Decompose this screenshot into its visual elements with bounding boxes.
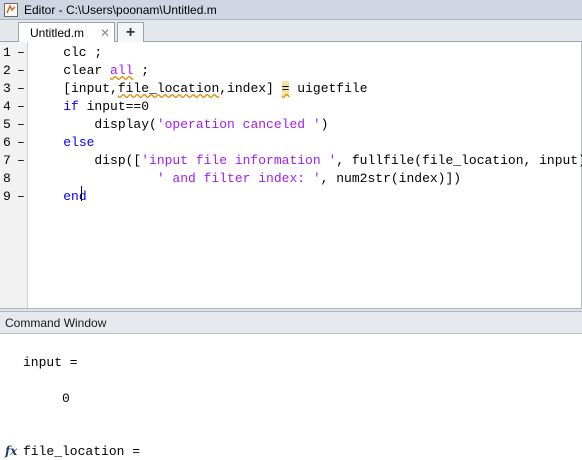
code-token: ,index] — [219, 81, 282, 96]
breakpoint-marker[interactable]: – — [17, 62, 25, 80]
code-text: disp(['input file information ', fullfil… — [32, 152, 582, 170]
code-text: clear all ; — [32, 62, 149, 80]
code-token: all — [110, 63, 134, 78]
code-token: 'input file information ' — [141, 153, 337, 168]
code-line[interactable]: 5– display('operation canceled ') — [0, 116, 582, 134]
new-tab-button[interactable]: + — [117, 22, 144, 42]
tab-label: Untitled.m — [30, 26, 85, 40]
code-line[interactable]: 6– else — [0, 134, 582, 152]
command-output-line: input = — [23, 355, 78, 370]
code-text: clc ; — [32, 44, 102, 62]
text-cursor — [81, 186, 82, 201]
line-number: 6 — [3, 135, 11, 150]
code-token: [input, — [32, 81, 118, 96]
code-editor[interactable]: 1– clc ; 2– clear all ; 3– [input,file_loc… — [0, 42, 582, 308]
editor-tab-bar: Untitled.m ✕ + — [0, 20, 582, 43]
breakpoint-marker[interactable]: – — [17, 134, 25, 152]
breakpoint-marker[interactable]: – — [17, 44, 25, 62]
code-token: input==0 — [78, 99, 150, 114]
breakpoint-marker[interactable]: – — [17, 188, 25, 206]
code-token: disp([ — [32, 153, 142, 168]
breakpoint-marker[interactable]: – — [17, 152, 25, 170]
code-line[interactable]: 8 ' and filter index: ', num2str(index)]… — [0, 170, 582, 188]
code-token: display( — [32, 117, 157, 132]
code-line[interactable]: 2– clear all ; — [0, 62, 582, 80]
breakpoint-marker[interactable]: – — [17, 80, 25, 98]
command-window[interactable]: input = 0 file_location = — [0, 334, 582, 459]
command-output-line: 0 — [23, 391, 70, 406]
line-number: 8 — [3, 171, 11, 186]
fx-icon[interactable]: fx — [5, 444, 17, 458]
code-line[interactable]: 3– [input,file_location,index] = uigetfi… — [0, 80, 582, 98]
code-token: ' and filter index: ' — [156, 171, 321, 186]
matlab-editor-icon — [4, 2, 18, 17]
code-token: uigetfile — [289, 81, 368, 96]
code-line[interactable]: 9– end — [0, 188, 582, 206]
code-token: , fullfile(file_location, input) — [336, 153, 582, 168]
command-window-header: Command Window — [0, 312, 582, 334]
line-number: 5 — [3, 117, 11, 132]
code-token: clear — [32, 63, 111, 78]
code-line[interactable]: 7– disp(['input file information ', full… — [0, 152, 582, 170]
code-token: else — [63, 135, 95, 150]
tab-untitled-m[interactable]: Untitled.m ✕ — [18, 22, 115, 43]
line-number: 3 — [3, 81, 11, 96]
code-token: , num2str(index)]) — [320, 171, 462, 186]
window-title: Editor - C:\Users\poonam\Untitled.m — [24, 2, 217, 17]
title-bar: Editor - C:\Users\poonam\Untitled.m — [0, 0, 582, 20]
code-text: else — [32, 134, 94, 152]
code-token: end — [63, 189, 87, 204]
code-token: ; — [133, 63, 150, 78]
code-line[interactable]: 1– clc ; — [0, 44, 582, 62]
line-number: 4 — [3, 99, 11, 114]
close-icon[interactable]: ✕ — [100, 26, 110, 40]
code-text: end — [32, 188, 87, 206]
line-number: 9 — [3, 189, 11, 204]
command-window-title: Command Window — [5, 315, 107, 330]
code-text: ' and filter index: ', num2str(index)]) — [32, 170, 461, 188]
code-text: display('operation canceled ') — [32, 116, 328, 134]
code-token: 'operation canceled ' — [156, 117, 321, 132]
line-number: 7 — [3, 153, 11, 168]
code-token: if — [63, 99, 79, 114]
code-text: if input==0 — [32, 98, 149, 116]
breakpoint-marker[interactable]: – — [17, 98, 25, 116]
code-token: file_location — [117, 81, 220, 96]
code-token: ) — [320, 117, 329, 132]
line-number: 1 — [3, 45, 11, 60]
code-text: [input,file_location,index] = uigetfile — [32, 80, 368, 98]
command-output-line: file_location = — [23, 444, 141, 459]
line-number: 2 — [3, 63, 11, 78]
code-line[interactable]: 4– if input==0 — [0, 98, 582, 116]
breakpoint-marker[interactable]: – — [17, 116, 25, 134]
code-token: clc ; — [32, 45, 103, 60]
